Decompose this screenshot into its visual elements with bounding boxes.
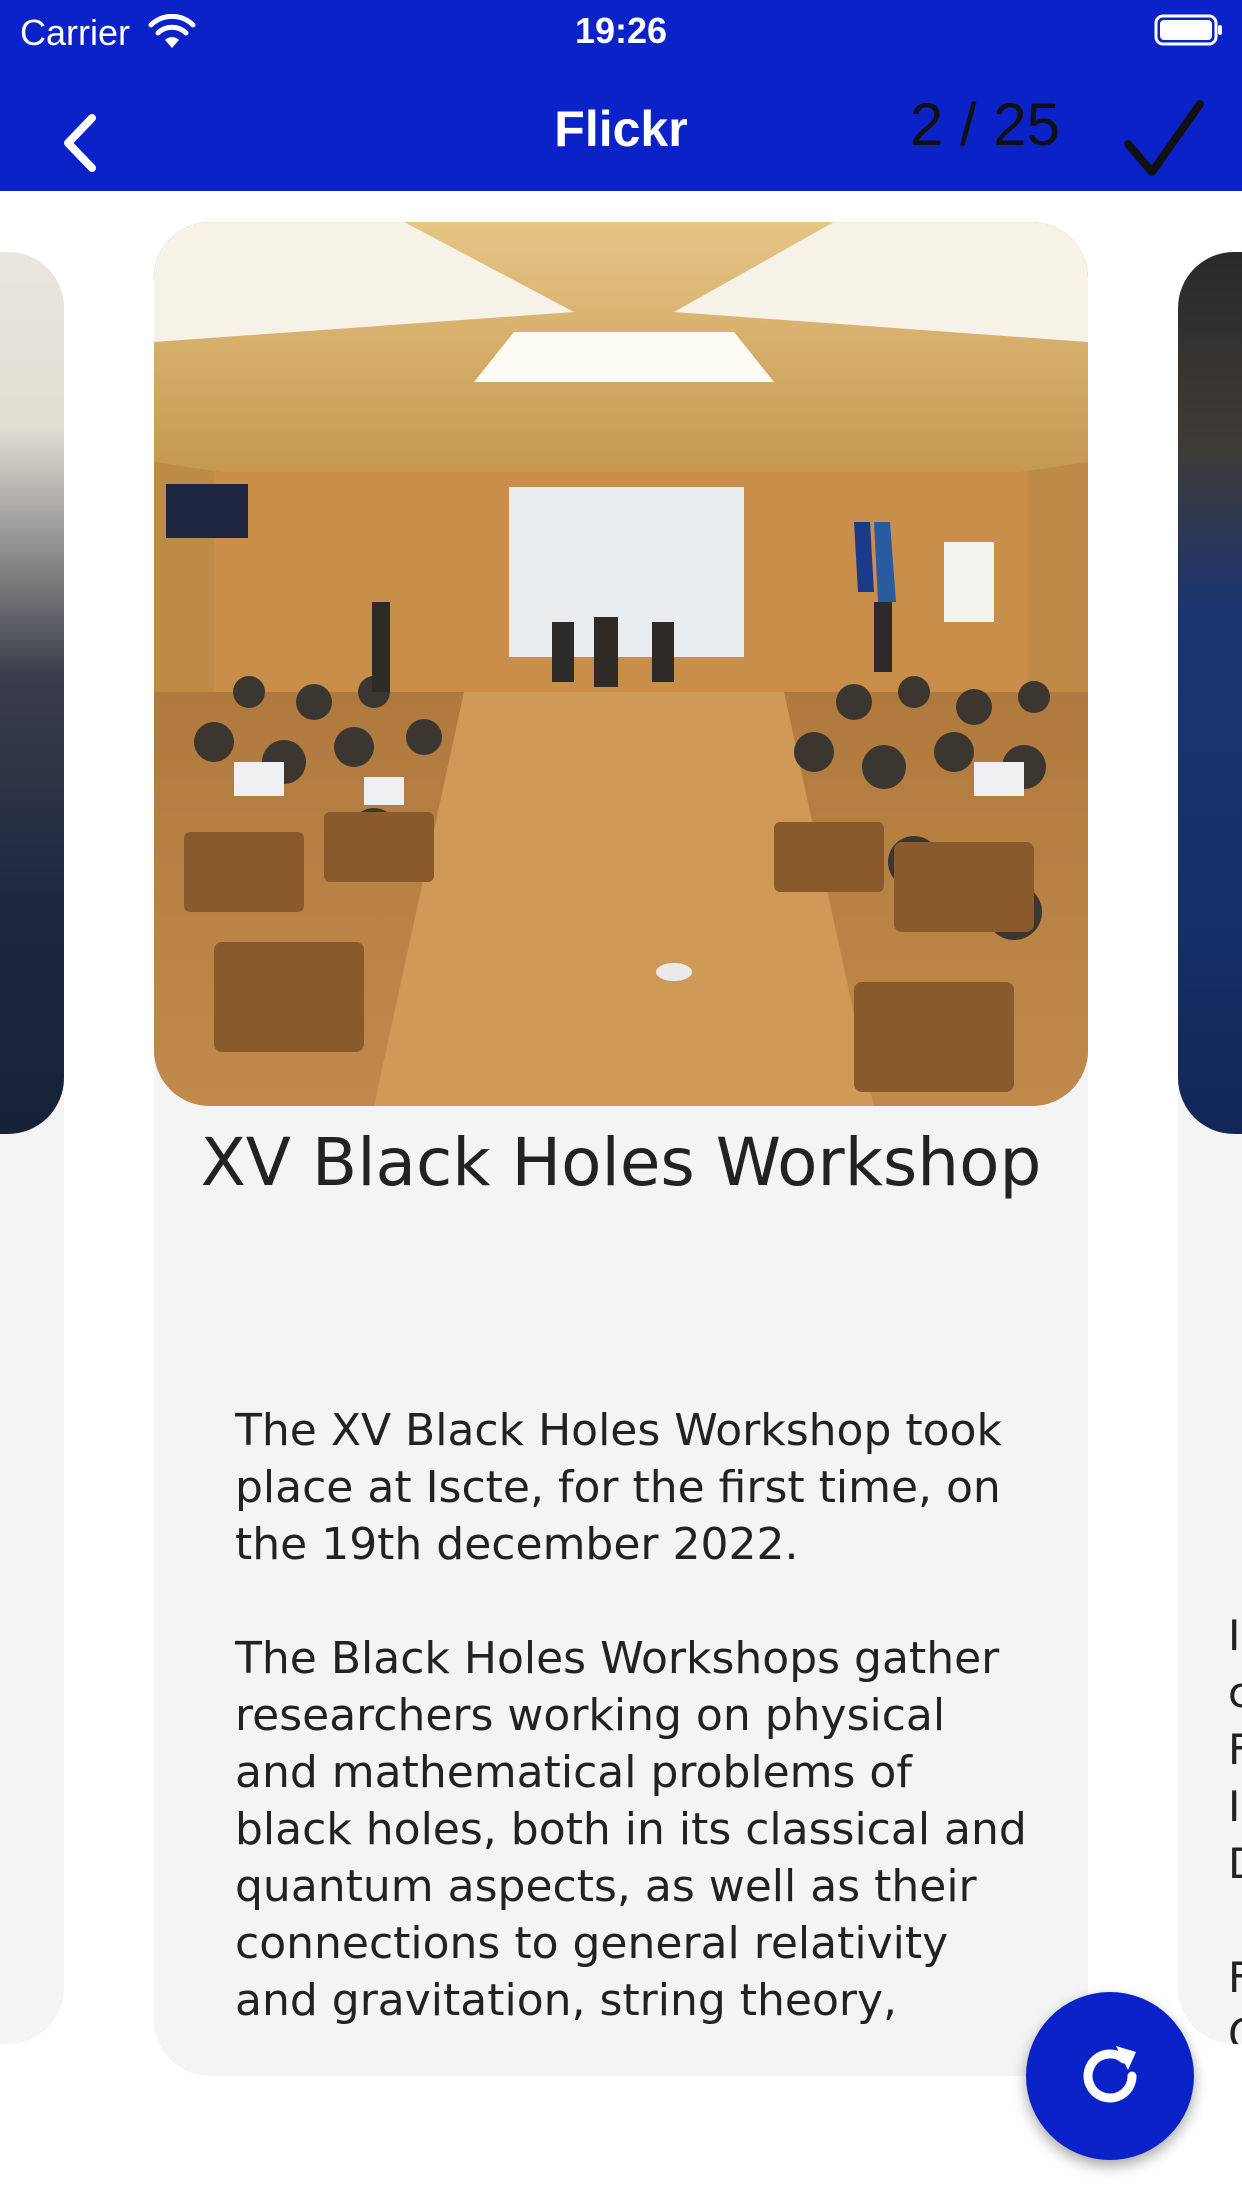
checkmark-icon[interactable] — [1122, 98, 1206, 180]
next-photo-image — [1178, 252, 1242, 1134]
photo-image — [154, 222, 1088, 1106]
top-bar: Carrier 19:26 Flickr 2 / 25 — [0, 0, 1242, 191]
refresh-icon — [1083, 2046, 1137, 2103]
current-photo-card[interactable]: XV Black Holes Workshop The XV Black Hol… — [154, 222, 1088, 2076]
previous-photo-image — [0, 252, 64, 1134]
photo-description: The XV Black Holes Workshop took place a… — [235, 1405, 1027, 2026]
previous-photo-card[interactable] — [0, 252, 64, 2044]
refresh-button[interactable] — [1026, 1992, 1194, 2160]
status-time: 19:26 — [574, 10, 668, 51]
battery-icon — [1154, 14, 1222, 46]
next-card-text: I c F I D F C — [1228, 1611, 1242, 2044]
photo-title: XV Black Holes Workshop — [200, 1124, 1042, 1201]
photo-counter: 2 / 25 — [909, 91, 1060, 158]
next-photo-card[interactable]: I c F I D F C — [1178, 252, 1242, 2044]
